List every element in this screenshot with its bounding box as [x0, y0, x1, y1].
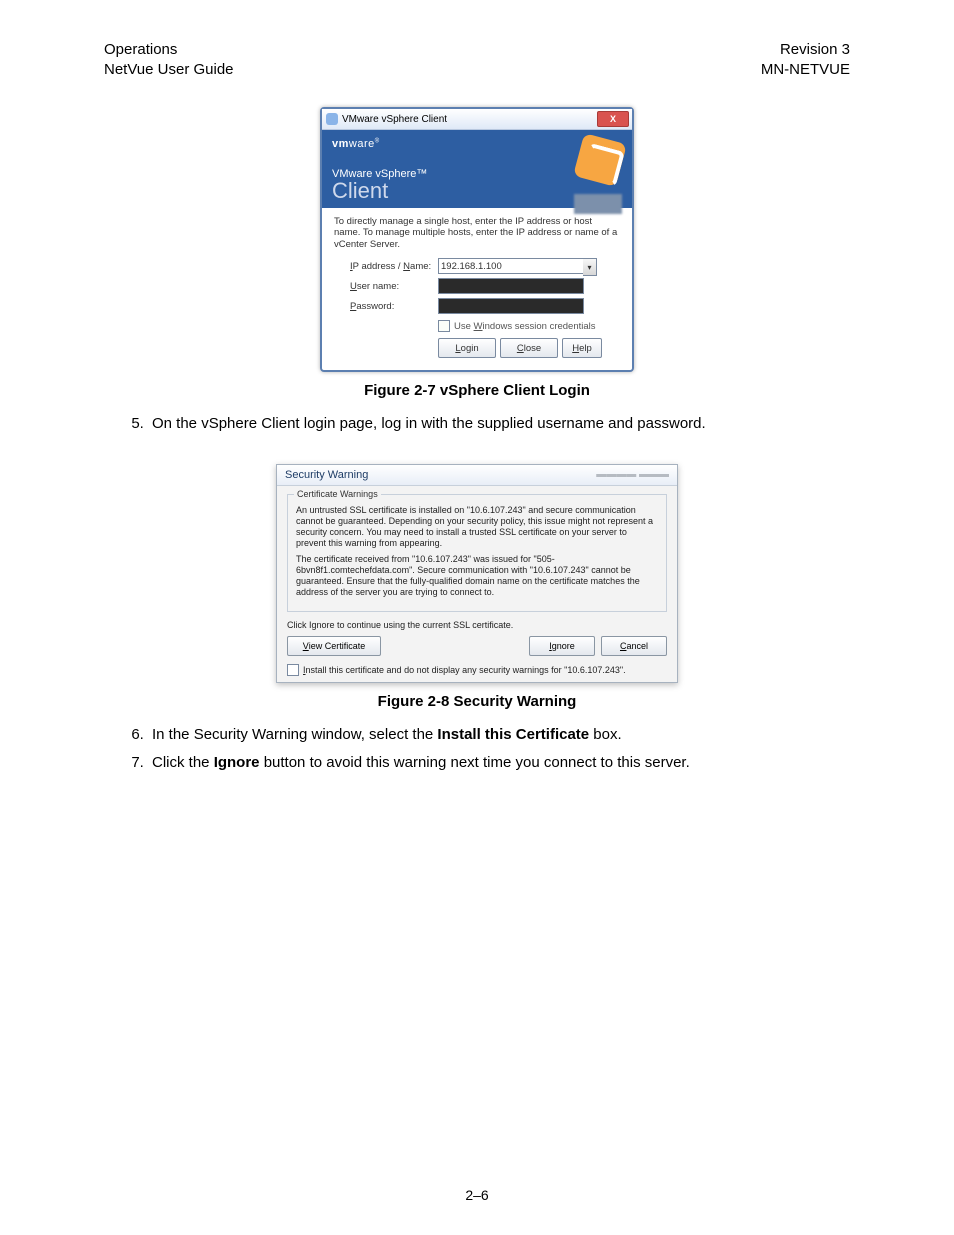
warning-para-1: An untrusted SSL certificate is installe… [296, 505, 658, 550]
login-instruction: To directly manage a single host, enter … [334, 216, 620, 250]
header-right-2: MN-NETVUE [492, 60, 850, 80]
step-6: In the Security Warning window, select t… [148, 724, 850, 747]
page-header: Operations NetVue User Guide Revision 3 … [104, 40, 850, 79]
view-certificate-button[interactable]: View Certificate [287, 636, 381, 656]
cancel-button[interactable]: Cancel [601, 636, 667, 656]
header-left-1: Operations [104, 40, 462, 60]
username-field[interactable] [438, 278, 584, 294]
header-left-2: NetVue User Guide [104, 60, 462, 80]
install-label: Install this certificate and do not disp… [303, 665, 626, 675]
dialog-header: vmware® VMware vSphere™ Client [322, 130, 632, 208]
step-5: On the vSphere Client login page, log in… [148, 413, 850, 436]
figure-2-7: VMware vSphere Client X vmware® VMware v… [104, 107, 850, 399]
pass-label: Password: [350, 301, 438, 312]
icon-shadow [574, 194, 622, 214]
ip-value: 192.168.1.100 [441, 261, 502, 272]
step-list-1: On the vSphere Client login page, log in… [104, 413, 850, 436]
use-windows-label: Use Windows session credentials [454, 321, 596, 332]
user-label: User name: [350, 281, 438, 292]
help-button[interactable]: Help [562, 338, 602, 358]
password-field[interactable] [438, 298, 584, 314]
window-title: VMware vSphere Client [342, 114, 447, 125]
vmware-logo-text: vmware® [332, 138, 622, 150]
figure-2-8: Security Warning ▬▬▬▬ ▬▬▬ Certificate Wa… [104, 464, 850, 710]
ip-label: IP address / Name: [350, 261, 438, 272]
page-number: 2–6 [0, 1187, 954, 1203]
step-7: Click the Ignore button to avoid this wa… [148, 752, 850, 775]
figure-2-7-caption: Figure 2-7 vSphere Client Login [104, 382, 850, 399]
titlebar: VMware vSphere Client X [322, 109, 632, 130]
blurred-text: ▬▬▬▬ ▬▬▬ [596, 469, 669, 481]
security-titlebar: Security Warning ▬▬▬▬ ▬▬▬ [277, 465, 677, 486]
login-button[interactable]: Login [438, 338, 496, 358]
header-right-1: Revision 3 [492, 40, 850, 60]
certificate-warnings-group: Certificate Warnings An untrusted SSL ce… [287, 494, 667, 612]
warning-para-2: The certificate received from "10.6.107.… [296, 554, 658, 599]
install-certificate-checkbox[interactable]: Install this certificate and do not disp… [287, 664, 667, 676]
close-icon[interactable]: X [597, 111, 629, 127]
ignore-button[interactable]: Ignore [529, 636, 595, 656]
app-icon [326, 113, 338, 125]
click-ignore-text: Click Ignore to continue using the curre… [287, 620, 667, 630]
ip-field[interactable]: 192.168.1.100 ▾ [438, 258, 584, 274]
security-warning-dialog: Security Warning ▬▬▬▬ ▬▬▬ Certificate Wa… [276, 464, 678, 683]
figure-2-8-caption: Figure 2-8 Security Warning [104, 693, 850, 710]
use-windows-checkbox[interactable]: Use Windows session credentials [438, 320, 620, 332]
security-title: Security Warning [285, 469, 368, 481]
close-button[interactable]: Close [500, 338, 558, 358]
checkbox-icon [287, 664, 299, 676]
step-list-2: In the Security Warning window, select t… [104, 724, 850, 775]
vsphere-login-dialog: VMware vSphere Client X vmware® VMware v… [320, 107, 634, 372]
checkbox-icon [438, 320, 450, 332]
chevron-down-icon[interactable]: ▾ [583, 258, 597, 276]
group-legend: Certificate Warnings [294, 489, 381, 499]
